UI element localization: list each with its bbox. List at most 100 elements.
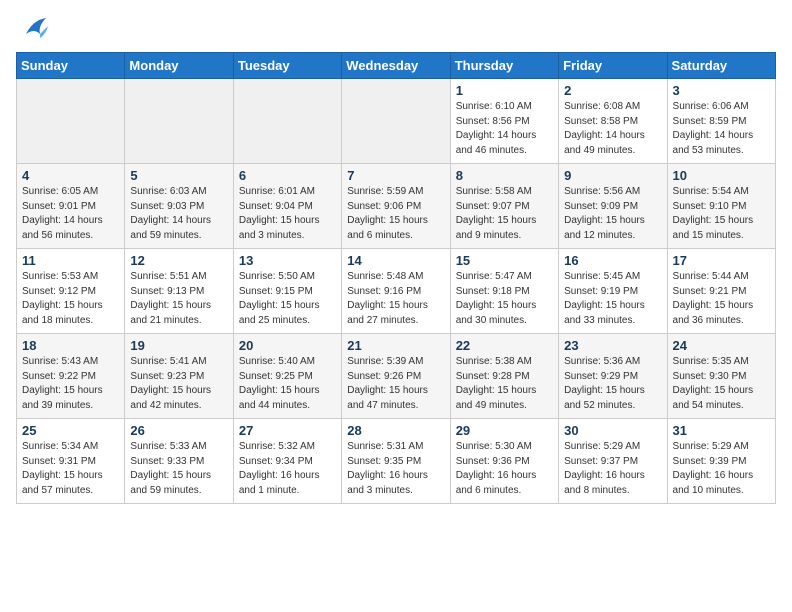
day-number: 7 — [347, 168, 444, 183]
calendar-cell: 7 Sunrise: 5:59 AM Sunset: 9:06 PM Daylig… — [342, 164, 450, 249]
calendar-cell: 28 Sunrise: 5:31 AM Sunset: 9:35 PM Dayli… — [342, 419, 450, 504]
day-info: Sunrise: 6:05 AM Sunset: 9:01 PM Dayligh… — [22, 185, 119, 243]
day-info: Sunrise: 6:01 AM Sunset: 9:04 PM Dayligh… — [239, 185, 336, 243]
calendar-cell: 29Sunrise: 5:30 AM Sunset: 9:36 PM Dayli… — [450, 419, 558, 504]
day-header-saturday: Saturday — [667, 53, 775, 79]
week-row-2: 4 Sunrise: 6:05 AM Sunset: 9:01 PM Daylig… — [17, 164, 776, 249]
day-header-tuesday: Tuesday — [233, 53, 341, 79]
day-number: 20 — [239, 338, 336, 353]
calendar-cell: 13 Sunrise: 5:50 AM Sunset: 9:15 PM Dayli… — [233, 249, 341, 334]
day-info: Sunrise: 5:48 AM Sunset: 9:16 PM Dayligh… — [347, 270, 444, 328]
day-number: 30 — [564, 423, 661, 438]
day-number: 26 — [130, 423, 227, 438]
day-number: 23 — [564, 338, 661, 353]
day-number: 2 — [564, 83, 661, 98]
day-info: Sunrise: 6:08 AM Sunset: 8:58 PM Dayligh… — [564, 100, 661, 158]
calendar-cell: 11 Sunrise: 5:53 AM Sunset: 9:12 PM Dayli… — [17, 249, 125, 334]
day-number: 1 — [456, 83, 553, 98]
day-number: 18 — [22, 338, 119, 353]
week-row-1: 1Sunrise: 6:10 AM Sunset: 8:56 PM Daylig… — [17, 79, 776, 164]
calendar-cell: 27 Sunrise: 5:32 AM Sunset: 9:34 PM Dayli… — [233, 419, 341, 504]
week-row-4: 18 Sunrise: 5:43 AM Sunset: 9:22 PM Dayli… — [17, 334, 776, 419]
logo — [16, 16, 48, 44]
day-info: Sunrise: 5:39 AM Sunset: 9:26 PM Dayligh… — [347, 355, 444, 413]
day-number: 11 — [22, 253, 119, 268]
day-header-wednesday: Wednesday — [342, 53, 450, 79]
day-info: Sunrise: 6:03 AM Sunset: 9:03 PM Dayligh… — [130, 185, 227, 243]
day-info: Sunrise: 5:34 AM Sunset: 9:31 PM Dayligh… — [22, 440, 119, 498]
calendar-cell: 8 Sunrise: 5:58 AM Sunset: 9:07 PM Daylig… — [450, 164, 558, 249]
day-info: Sunrise: 5:53 AM Sunset: 9:12 PM Dayligh… — [22, 270, 119, 328]
calendar-cell: 26 Sunrise: 5:33 AM Sunset: 9:33 PM Dayli… — [125, 419, 233, 504]
calendar-cell: 24 Sunrise: 5:35 AM Sunset: 9:30 PM Dayli… — [667, 334, 775, 419]
day-number: 28 — [347, 423, 444, 438]
calendar-cell: 12 Sunrise: 5:51 AM Sunset: 9:13 PM Dayli… — [125, 249, 233, 334]
day-header-thursday: Thursday — [450, 53, 558, 79]
calendar-cell — [233, 79, 341, 164]
calendar-cell: 10Sunrise: 5:54 AM Sunset: 9:10 PM Dayli… — [667, 164, 775, 249]
day-number: 9 — [564, 168, 661, 183]
day-number: 25 — [22, 423, 119, 438]
day-number: 4 — [22, 168, 119, 183]
day-info: Sunrise: 5:35 AM Sunset: 9:30 PM Dayligh… — [673, 355, 770, 413]
day-number: 8 — [456, 168, 553, 183]
day-number: 27 — [239, 423, 336, 438]
day-info: Sunrise: 5:32 AM Sunset: 9:34 PM Dayligh… — [239, 440, 336, 498]
calendar-cell — [125, 79, 233, 164]
day-info: Sunrise: 5:50 AM Sunset: 9:15 PM Dayligh… — [239, 270, 336, 328]
day-number: 17 — [673, 253, 770, 268]
calendar-cell: 20Sunrise: 5:40 AM Sunset: 9:25 PM Dayli… — [233, 334, 341, 419]
calendar-cell: 3Sunrise: 6:06 AM Sunset: 8:59 PM Daylig… — [667, 79, 775, 164]
day-info: Sunrise: 5:51 AM Sunset: 9:13 PM Dayligh… — [130, 270, 227, 328]
day-info: Sunrise: 5:43 AM Sunset: 9:22 PM Dayligh… — [22, 355, 119, 413]
calendar-cell: 2 Sunrise: 6:08 AM Sunset: 8:58 PM Daylig… — [559, 79, 667, 164]
day-header-sunday: Sunday — [17, 53, 125, 79]
day-info: Sunrise: 5:31 AM Sunset: 9:35 PM Dayligh… — [347, 440, 444, 498]
day-info: Sunrise: 5:45 AM Sunset: 9:19 PM Dayligh… — [564, 270, 661, 328]
calendar-cell: 30 Sunrise: 5:29 AM Sunset: 9:37 PM Dayli… — [559, 419, 667, 504]
day-number: 16 — [564, 253, 661, 268]
logo-bird-icon — [18, 16, 48, 44]
day-info: Sunrise: 5:56 AM Sunset: 9:09 PM Dayligh… — [564, 185, 661, 243]
calendar-cell: 5 Sunrise: 6:03 AM Sunset: 9:03 PM Daylig… — [125, 164, 233, 249]
day-number: 24 — [673, 338, 770, 353]
day-info: Sunrise: 5:36 AM Sunset: 9:29 PM Dayligh… — [564, 355, 661, 413]
calendar-cell: 21 Sunrise: 5:39 AM Sunset: 9:26 PM Dayli… — [342, 334, 450, 419]
calendar-cell — [17, 79, 125, 164]
day-number: 13 — [239, 253, 336, 268]
day-info: Sunrise: 5:30 AM Sunset: 9:36 PM Dayligh… — [456, 440, 553, 498]
day-info: Sunrise: 5:58 AM Sunset: 9:07 PM Dayligh… — [456, 185, 553, 243]
day-info: Sunrise: 5:38 AM Sunset: 9:28 PM Dayligh… — [456, 355, 553, 413]
day-number: 10 — [673, 168, 770, 183]
calendar-cell: 1Sunrise: 6:10 AM Sunset: 8:56 PM Daylig… — [450, 79, 558, 164]
day-info: Sunrise: 5:33 AM Sunset: 9:33 PM Dayligh… — [130, 440, 227, 498]
day-header-monday: Monday — [125, 53, 233, 79]
calendar-cell: 31 Sunrise: 5:29 AM Sunset: 9:39 PM Dayli… — [667, 419, 775, 504]
day-number: 15 — [456, 253, 553, 268]
day-number: 21 — [347, 338, 444, 353]
calendar-cell: 6 Sunrise: 6:01 AM Sunset: 9:04 PM Daylig… — [233, 164, 341, 249]
day-info: Sunrise: 5:44 AM Sunset: 9:21 PM Dayligh… — [673, 270, 770, 328]
calendar-cell: 22 Sunrise: 5:38 AM Sunset: 9:28 PM Dayli… — [450, 334, 558, 419]
calendar-cell: 23 Sunrise: 5:36 AM Sunset: 9:29 PM Dayli… — [559, 334, 667, 419]
day-info: Sunrise: 5:29 AM Sunset: 9:37 PM Dayligh… — [564, 440, 661, 498]
day-number: 5 — [130, 168, 227, 183]
day-info: Sunrise: 5:29 AM Sunset: 9:39 PM Dayligh… — [673, 440, 770, 498]
day-info: Sunrise: 5:59 AM Sunset: 9:06 PM Dayligh… — [347, 185, 444, 243]
calendar-cell: 4 Sunrise: 6:05 AM Sunset: 9:01 PM Daylig… — [17, 164, 125, 249]
calendar-cell — [342, 79, 450, 164]
calendar-cell: 17 Sunrise: 5:44 AM Sunset: 9:21 PM Dayli… — [667, 249, 775, 334]
day-number: 3 — [673, 83, 770, 98]
day-number: 6 — [239, 168, 336, 183]
calendar-cell: 18 Sunrise: 5:43 AM Sunset: 9:22 PM Dayli… — [17, 334, 125, 419]
day-number: 14 — [347, 253, 444, 268]
day-number: 12 — [130, 253, 227, 268]
day-number: 31 — [673, 423, 770, 438]
calendar-cell: 15 Sunrise: 5:47 AM Sunset: 9:18 PM Dayli… — [450, 249, 558, 334]
day-number: 22 — [456, 338, 553, 353]
page-header — [16, 16, 776, 44]
calendar-cell: 19Sunrise: 5:41 AM Sunset: 9:23 PM Dayli… — [125, 334, 233, 419]
days-header-row: SundayMondayTuesdayWednesdayThursdayFrid… — [17, 53, 776, 79]
day-header-friday: Friday — [559, 53, 667, 79]
day-info: Sunrise: 5:47 AM Sunset: 9:18 PM Dayligh… — [456, 270, 553, 328]
